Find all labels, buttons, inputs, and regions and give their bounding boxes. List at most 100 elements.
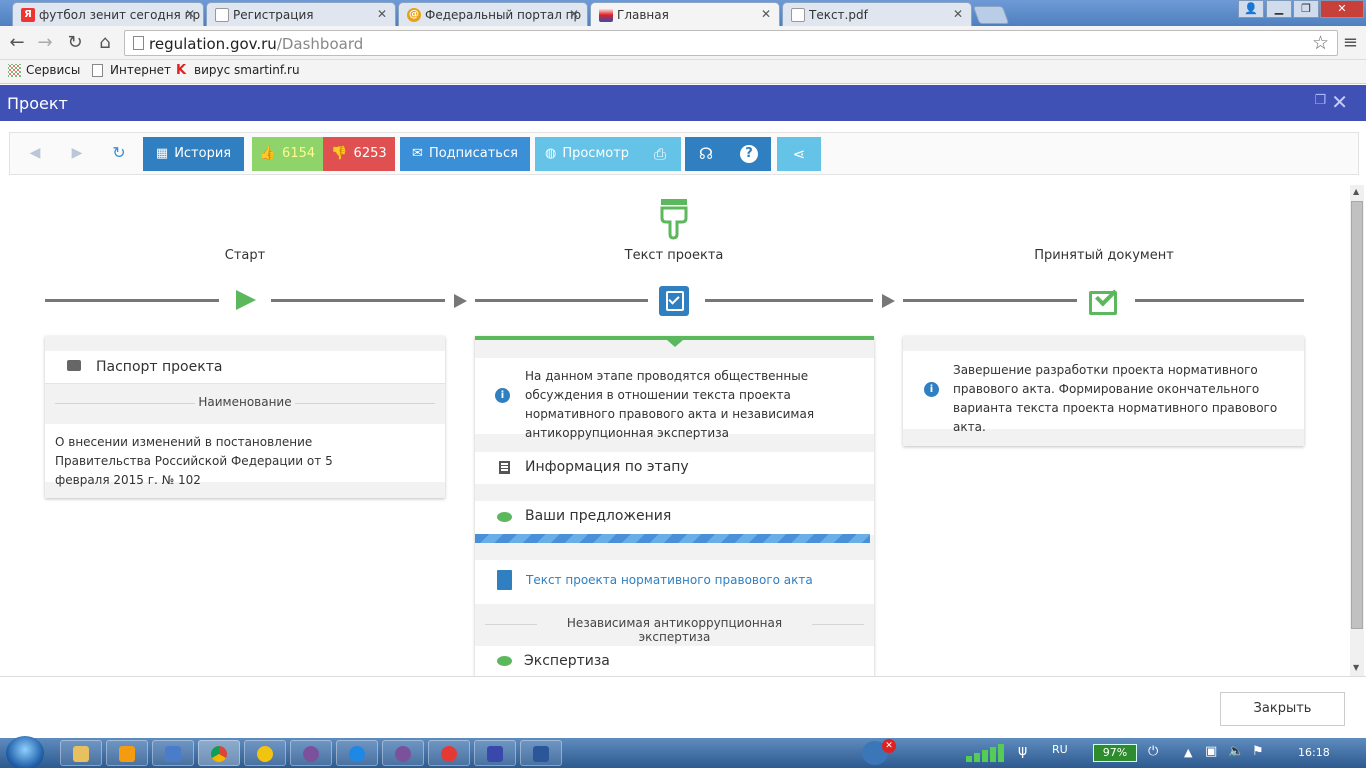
expertise-header: Независимая антикоррупционная экспертиза [566,616,783,644]
taskbar-media[interactable] [106,740,148,766]
tab-title: Главная [617,8,669,22]
subscribe-button[interactable]: ✉ Подписаться [400,137,530,171]
comment-icon [497,656,512,666]
address-bar[interactable]: regulation.gov.ru/Dashboard ☆ [124,30,1338,56]
accepted-info-row: i Завершение разработки проекта норматив… [903,351,1304,434]
info-icon: i [495,388,510,403]
user-icon[interactable]: 👤 [1238,0,1264,18]
media-player-icon [119,746,135,762]
yandex-icon: Я [21,8,35,22]
clock[interactable]: 16:18 [1298,746,1330,759]
tab-title: Федеральный портал пр [425,8,582,22]
bookmark-internet[interactable]: Интернет [92,63,171,77]
taskbar-calc[interactable] [474,740,516,766]
page-icon [215,8,229,22]
modal-title: Проект [7,94,68,113]
taskbar-itunes[interactable] [428,740,470,766]
menu-icon[interactable]: ≡ [1343,32,1358,53]
chrome-icon [211,746,227,762]
taskbar-viber[interactable] [290,740,332,766]
maximize-button[interactable]: ❐ [1293,0,1319,18]
proposals-label: Ваши предложения [525,508,672,524]
tab-title: Регистрация [233,8,314,22]
viber-icon [395,746,411,762]
language-indicator[interactable]: RU [1052,743,1068,756]
dislike-button[interactable]: 👎 6253 [323,137,395,171]
proposals-row[interactable]: Ваши предложения [475,501,874,535]
battery-indicator[interactable]: 97% [1093,744,1137,762]
bookmark-services[interactable]: Сервисы [8,63,80,77]
window-close-button[interactable]: ✕ [1320,0,1364,18]
page-icon [92,64,103,77]
tab-close-icon[interactable]: ✕ [761,7,771,21]
stage-info-row[interactable]: Информация по этапу [475,452,874,484]
home-icon[interactable]: ⌂ [94,32,116,53]
divider [485,624,537,625]
passport-row[interactable]: Паспорт проекта [45,351,445,384]
likes-count: 6154 [282,146,316,161]
timeline-line [903,299,1077,302]
play-icon [236,290,256,310]
flag-icon[interactable]: ⚑ [1252,744,1264,759]
tab-federal-portal[interactable]: @ Федеральный портал пр ✕ [398,2,588,26]
bookmark-label: Интернет [110,63,172,77]
scroll-down-icon[interactable]: ▼ [1353,663,1359,672]
signal-icon[interactable] [966,744,1010,762]
page-icon [791,8,805,22]
tab-close-icon[interactable]: ✕ [185,7,195,21]
minimize-button[interactable]: ▁ [1266,0,1292,18]
tab-text-pdf[interactable]: Текст.pdf ✕ [782,2,972,26]
next-icon[interactable]: ▶ [67,143,87,163]
arrow-icon [454,294,467,308]
doc-link[interactable]: Текст проекта нормативного правового акт… [526,573,813,587]
scroll-up-icon[interactable]: ▲ [1353,187,1359,196]
taskbar-chrome[interactable] [198,740,240,766]
bookmark-star-icon[interactable]: ☆ [1312,32,1329,54]
taskbar-network[interactable] [152,740,194,766]
arrow-icon [882,294,895,308]
help-button[interactable]: ? [727,137,771,171]
doc-link-row[interactable]: Текст проекта нормативного правового акт… [475,560,874,604]
antenna-icon[interactable]: ψ [1018,743,1027,759]
preview-button[interactable]: ◍ Просмотр [535,137,639,171]
project-name-text: О внесении изменений в постановление Пра… [55,435,333,487]
bookmark-virus[interactable]: K вирус smartinf.ru [176,63,300,77]
expertise-row[interactable]: Экспертиза [475,646,874,676]
volume-icon[interactable]: 🔈 [1228,744,1244,759]
scroll-thumb[interactable] [1351,201,1363,629]
share-button[interactable]: ⋖ [777,137,821,171]
tab-close-icon[interactable]: ✕ [569,7,579,21]
start-button[interactable] [6,736,44,768]
taskbar-ie[interactable] [336,740,378,766]
tab-registration[interactable]: Регистрация ✕ [206,2,396,26]
scrollbar[interactable]: ▲ ▼ [1350,185,1364,676]
tab-close-icon[interactable]: ✕ [377,7,387,21]
calendar-icon: ▦ [155,146,169,161]
tab-main[interactable]: Главная ✕ [590,2,780,26]
like-button[interactable]: 👍 6154 [252,137,323,171]
forward-icon[interactable]: → [34,32,56,53]
taskbar-app[interactable] [244,740,286,766]
support-button[interactable]: ☊ [685,137,727,171]
close-button[interactable]: Закрыть [1220,692,1345,726]
print-button[interactable]: ⎙ [639,137,681,171]
taskbar-word[interactable] [520,740,562,766]
taskbar-explorer[interactable] [60,740,102,766]
stage-accepted-label: Принятый документ [1034,248,1174,263]
tab-close-icon[interactable]: ✕ [953,7,963,21]
show-hidden-icon[interactable]: ▲ [1184,746,1192,759]
reload-icon[interactable]: ↻ [64,32,86,53]
taskbar-viber-2[interactable] [382,740,424,766]
tab-football[interactable]: Я футбол зенит сегодня пр ✕ [12,2,204,26]
passport-label: Паспорт проекта [96,359,223,375]
prev-icon[interactable]: ◀ [25,143,45,163]
close-icon[interactable]: ✕ [1331,90,1348,114]
smiley-icon [257,746,273,762]
history-button[interactable]: ▦ История [143,137,244,171]
new-tab-button[interactable] [972,6,1010,24]
back-icon[interactable]: ← [6,32,28,53]
history-label: История [174,146,232,161]
refresh-icon[interactable]: ↻ [109,143,129,163]
restore-icon[interactable]: ❐ [1314,93,1326,108]
device-icon[interactable]: ▣ [1205,744,1217,759]
